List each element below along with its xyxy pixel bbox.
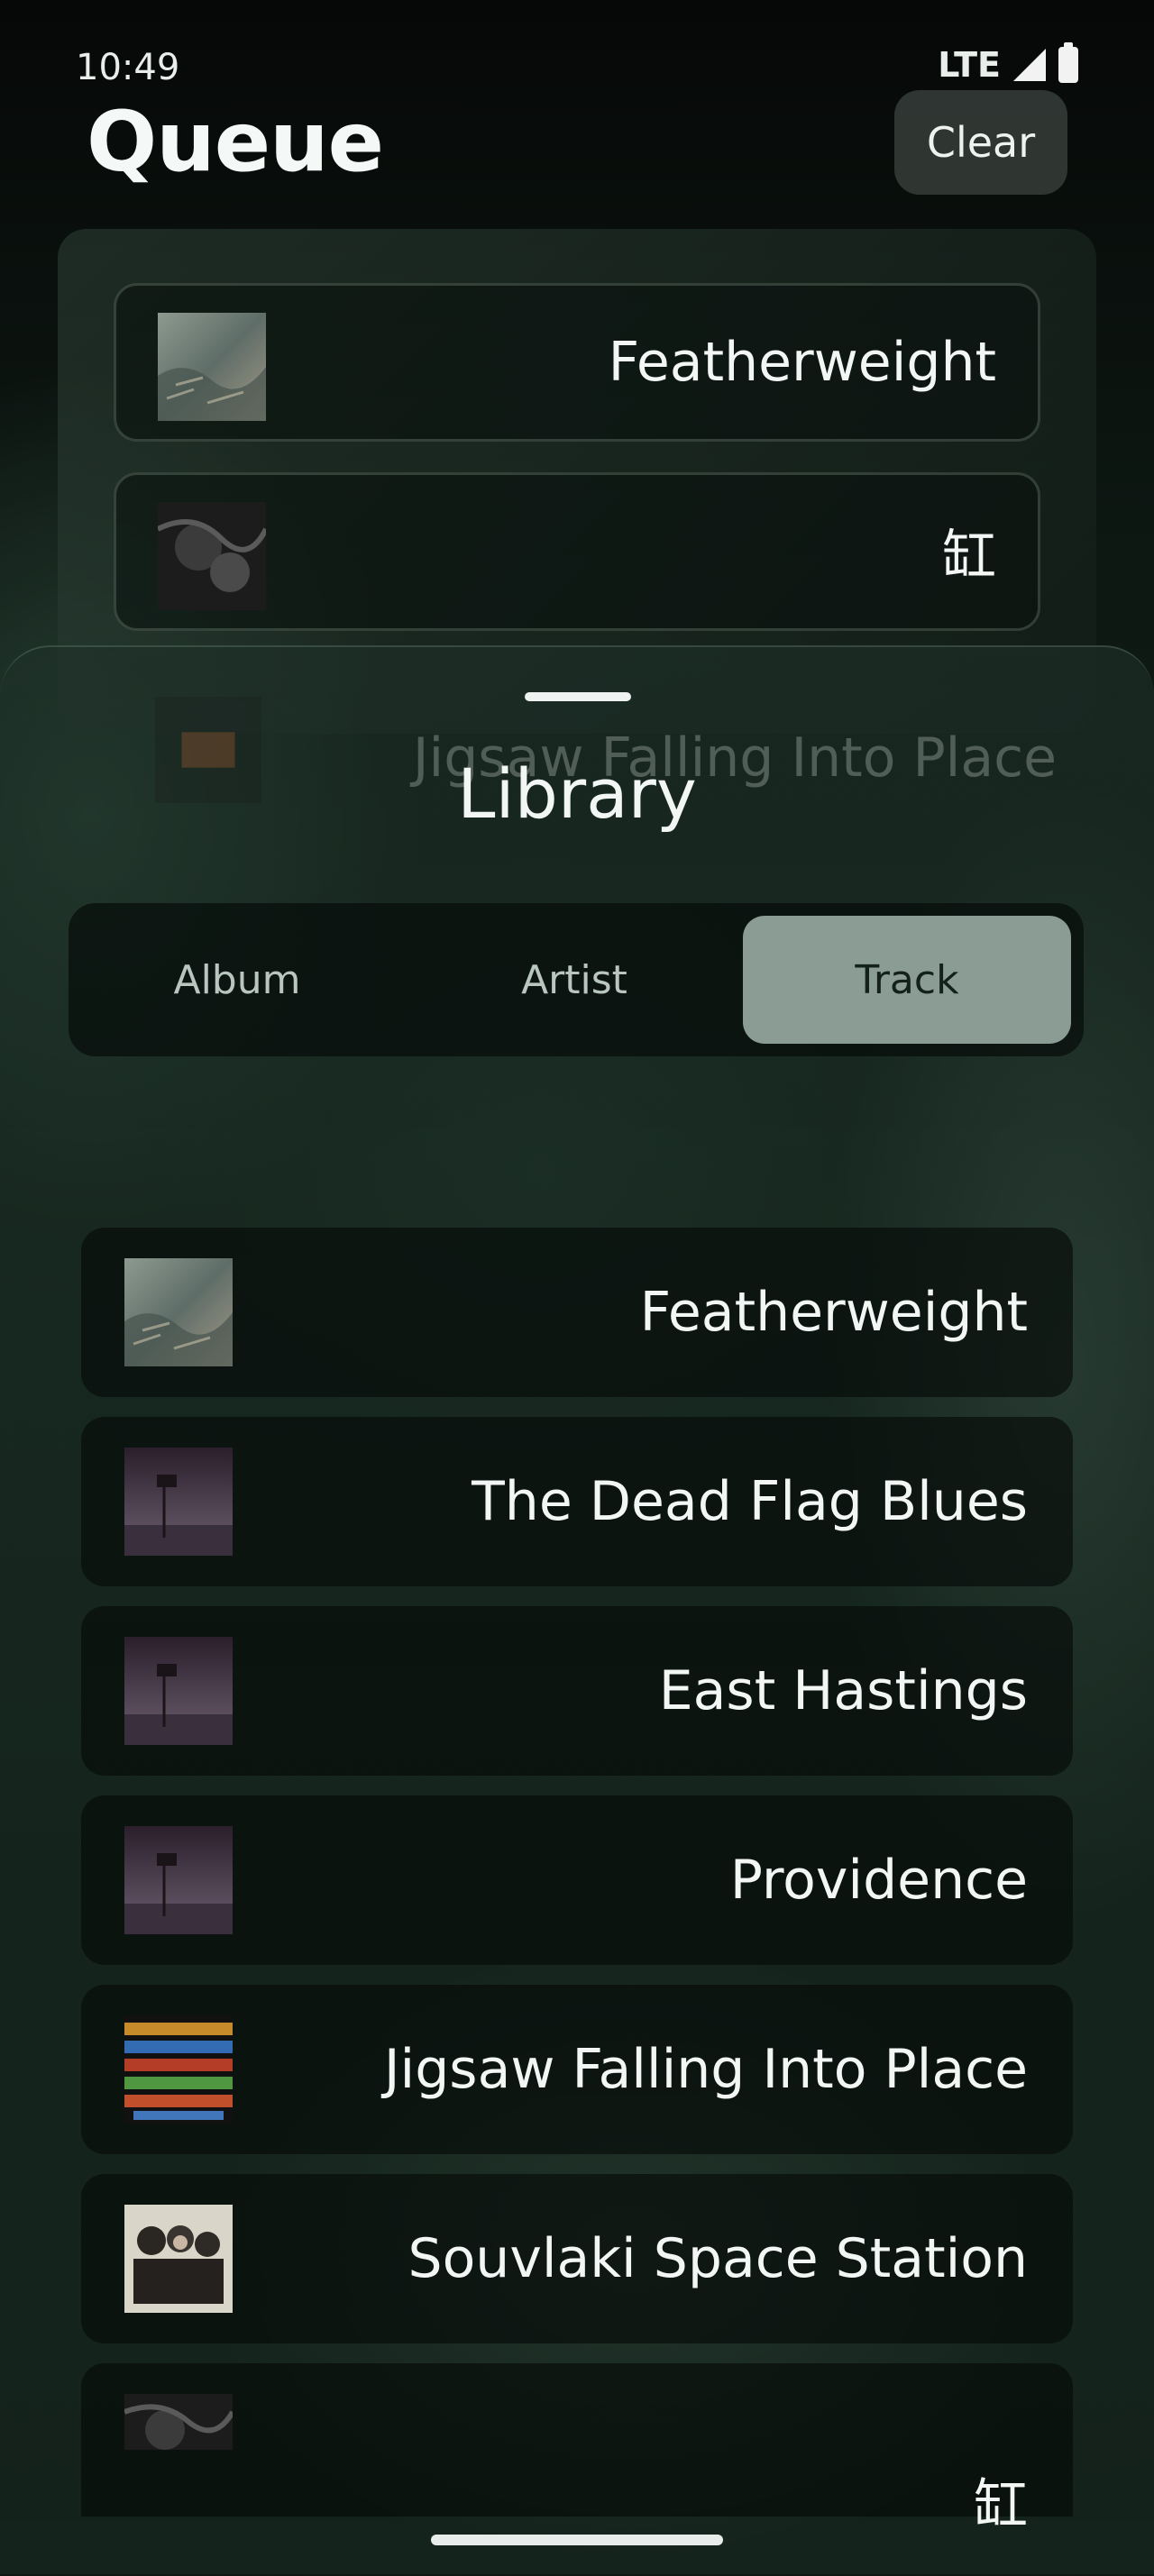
page-title: Queue [87, 94, 384, 190]
track-row[interactable]: Providence [81, 1795, 1073, 1965]
dead-flag-album-art [124, 1448, 233, 1556]
track-row[interactable]: The Dead Flag Blues [81, 1417, 1073, 1586]
track-row[interactable]: East Hastings [81, 1606, 1073, 1776]
track-title: Souvlaki Space Station [408, 2227, 1028, 2290]
dead-flag-album-art [124, 1637, 233, 1745]
queue-item-title: Featherweight [608, 331, 996, 394]
track-title: 缸 [974, 2474, 1028, 2537]
track-row[interactable]: 缸 [81, 2363, 1073, 2537]
track-title: Providence [729, 1849, 1028, 1912]
queue-item[interactable]: 缸 [114, 472, 1040, 631]
track-title: Featherweight [639, 1281, 1028, 1344]
library-filter-tabs: Album Artist Track [69, 903, 1084, 1056]
status-icons: LTE [938, 42, 1078, 85]
track-row[interactable]: Featherweight [81, 1228, 1073, 1397]
tab-album[interactable]: Album [69, 903, 406, 1056]
track-row[interactable]: Jigsaw Falling Into Place [81, 1985, 1073, 2154]
souvlaki-album-art [124, 2205, 233, 2313]
queue-item-title: 缸 [942, 525, 996, 589]
track-title: East Hastings [658, 1659, 1028, 1722]
track-title: Jigsaw Falling Into Place [383, 2038, 1028, 2101]
tab-track[interactable]: Track [743, 916, 1071, 1044]
sheet-title: Library [457, 754, 697, 834]
track-title: The Dead Flag Blues [472, 1470, 1028, 1533]
home-indicator[interactable] [431, 2535, 723, 2545]
track-row[interactable]: Souvlaki Space Station [81, 2174, 1073, 2343]
queue-item[interactable]: Featherweight [114, 283, 1040, 442]
tab-artist[interactable]: Artist [406, 903, 743, 1056]
battery-icon [1058, 42, 1078, 83]
dead-flag-album-art [124, 1826, 233, 1934]
status-time: 10:49 [76, 47, 180, 88]
in-rainbows-album-art [124, 2015, 233, 2124]
clear-queue-button[interactable]: Clear [894, 90, 1067, 195]
library-sheet: Jigsaw Falling Into Place Library Album … [0, 645, 1154, 2576]
hong-album-art [158, 502, 266, 610]
featherweight-album-art [124, 1258, 233, 1366]
featherweight-album-art [158, 313, 266, 421]
signal-icon [1013, 49, 1046, 81]
sheet-drag-handle[interactable] [525, 692, 631, 701]
hong-album-art [124, 2394, 233, 2450]
network-type: LTE [938, 45, 1001, 85]
